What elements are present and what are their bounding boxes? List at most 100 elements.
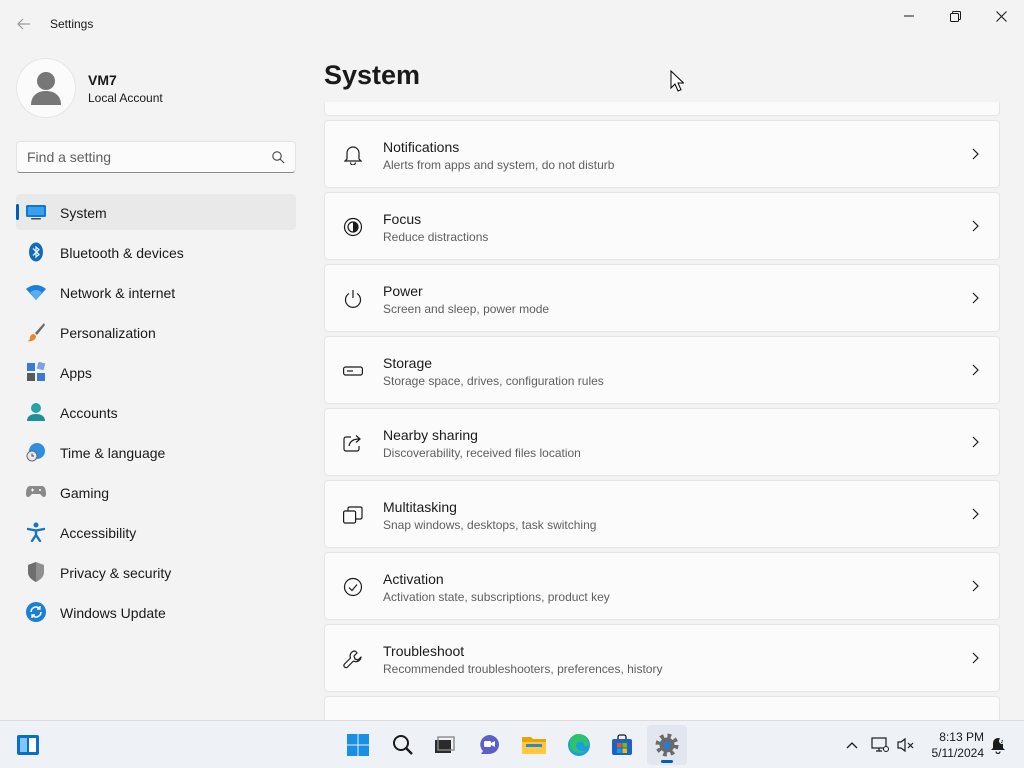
- card-troubleshoot[interactable]: Troubleshoot Recommended troubleshooters…: [324, 624, 1000, 692]
- search-input[interactable]: [27, 142, 267, 172]
- back-arrow-icon: [17, 18, 30, 30]
- clock-date: 5/11/2024: [931, 746, 985, 760]
- widgets-icon: [17, 735, 39, 755]
- check-circle-icon: [343, 577, 363, 597]
- app-title: Settings: [50, 17, 94, 31]
- sidebar-item-time-language[interactable]: Time & language: [16, 434, 296, 470]
- sidebar-item-label: Apps: [60, 365, 92, 381]
- start-button[interactable]: [338, 725, 378, 765]
- sidebar-item-windows-update[interactable]: Windows Update: [16, 594, 296, 630]
- clock-time: 8:13 PM: [939, 730, 984, 744]
- sidebar-item-apps[interactable]: Apps: [16, 354, 296, 390]
- card-notifications[interactable]: Notifications Alerts from apps and syste…: [324, 120, 1000, 188]
- sidebar-item-privacy[interactable]: Privacy & security: [16, 554, 296, 590]
- sidebar-item-system[interactable]: System: [16, 194, 296, 230]
- chevron-right-icon: [969, 435, 981, 449]
- maximize-button[interactable]: [932, 0, 978, 32]
- chevron-right-icon: [969, 507, 981, 521]
- settings-taskbar-button[interactable]: [647, 725, 687, 765]
- card-partial-bottom[interactable]: [324, 696, 1000, 720]
- task-view-icon: [435, 736, 455, 753]
- store-button[interactable]: [602, 725, 642, 765]
- notification-center-button[interactable]: z: [986, 731, 1010, 759]
- card-power[interactable]: Power Screen and sleep, power mode: [324, 264, 1000, 332]
- mouse-cursor-icon: [670, 70, 684, 92]
- sidebar-item-label: Gaming: [60, 485, 110, 501]
- minimize-icon: [904, 15, 914, 17]
- card-subtitle: Storage space, drives, configuration rul…: [383, 374, 604, 388]
- active-indicator: [16, 204, 19, 220]
- file-explorer-button[interactable]: [514, 725, 554, 765]
- sidebar-item-label: Bluetooth & devices: [60, 245, 184, 261]
- sidebar-item-label: Time & language: [60, 445, 166, 461]
- power-icon: [343, 289, 363, 309]
- user-profile[interactable]: VM7 Local Account: [16, 58, 286, 118]
- card-nearby-sharing[interactable]: Nearby sharing Discoverability, received…: [324, 408, 1000, 476]
- search-box[interactable]: [16, 141, 296, 173]
- card-subtitle: Discoverability, received files location: [383, 446, 581, 460]
- minimize-button[interactable]: [886, 0, 932, 32]
- card-title: Focus: [383, 211, 422, 227]
- bluetooth-icon: [26, 242, 46, 262]
- chevron-right-icon: [969, 651, 981, 665]
- sidebar-nav: System Bluetooth & devices Network & int…: [16, 194, 296, 634]
- sidebar-item-accounts[interactable]: Accounts: [16, 394, 296, 430]
- focus-icon: [343, 217, 363, 237]
- chevron-up-icon: [846, 742, 858, 749]
- chat-button[interactable]: [469, 725, 509, 765]
- profile-account-type: Local Account: [88, 91, 163, 105]
- sidebar-item-gaming[interactable]: Gaming: [16, 474, 296, 510]
- settings-list: Notifications Alerts from apps and syste…: [324, 102, 1000, 720]
- settings-icon: [655, 733, 679, 757]
- close-button[interactable]: [978, 0, 1024, 32]
- network-tray-button[interactable]: [868, 731, 892, 759]
- card-subtitle: Snap windows, desktops, task switching: [383, 518, 597, 532]
- card-subtitle: Reduce distractions: [383, 230, 489, 244]
- card-subtitle: Alerts from apps and system, do not dist…: [383, 158, 615, 172]
- search-icon[interactable]: [271, 150, 285, 164]
- share-icon: [343, 433, 363, 453]
- volume-tray-button[interactable]: [894, 731, 918, 759]
- sidebar-item-personalization[interactable]: Personalization: [16, 314, 296, 350]
- system-display-icon: [26, 202, 46, 222]
- chevron-right-icon: [969, 219, 981, 233]
- widgets-button[interactable]: [8, 725, 48, 765]
- sidebar-item-label: Accessibility: [60, 525, 137, 541]
- sidebar-item-accessibility[interactable]: Accessibility: [16, 514, 296, 550]
- paintbrush-icon: [26, 322, 46, 342]
- card-subtitle: Screen and sleep, power mode: [383, 302, 550, 316]
- sidebar-item-label: Windows Update: [60, 605, 166, 621]
- card-subtitle: Recommended troubleshooters, preferences…: [383, 662, 663, 676]
- card-title: Nearby sharing: [383, 427, 478, 443]
- shield-icon: [26, 562, 46, 582]
- title-bar: Settings: [0, 0, 1024, 48]
- bell-icon: [343, 145, 363, 165]
- taskbar-search-button[interactable]: [383, 725, 423, 765]
- task-view-button[interactable]: [424, 725, 464, 765]
- card-title: Multitasking: [383, 499, 457, 515]
- globe-clock-icon: [26, 442, 46, 462]
- volume-muted-icon: [897, 737, 914, 753]
- edge-button[interactable]: [559, 725, 599, 765]
- card-storage[interactable]: Storage Storage space, drives, configura…: [324, 336, 1000, 404]
- sidebar-item-network[interactable]: Network & internet: [16, 274, 296, 310]
- card-focus[interactable]: Focus Reduce distractions: [324, 192, 1000, 260]
- active-app-indicator: [661, 760, 673, 763]
- taskbar-clock[interactable]: 8:13 PM 5/11/2024: [920, 729, 985, 761]
- wrench-icon: [343, 649, 363, 669]
- chevron-right-icon: [969, 363, 981, 377]
- close-icon: [995, 10, 1007, 22]
- chevron-right-icon: [969, 291, 981, 305]
- card-multitasking[interactable]: Multitasking Snap windows, desktops, tas…: [324, 480, 1000, 548]
- card-partial-top: [324, 102, 1000, 116]
- show-hidden-icons-button[interactable]: [840, 731, 864, 759]
- chevron-right-icon: [969, 147, 981, 161]
- sidebar-item-bluetooth[interactable]: Bluetooth & devices: [16, 234, 296, 270]
- back-button[interactable]: [10, 12, 38, 36]
- card-activation[interactable]: Activation Activation state, subscriptio…: [324, 552, 1000, 620]
- restore-icon: [949, 10, 961, 22]
- card-title: Activation: [383, 571, 444, 587]
- store-icon: [612, 734, 632, 755]
- notification-bell-icon: z: [991, 738, 1005, 754]
- wifi-icon: [26, 282, 46, 302]
